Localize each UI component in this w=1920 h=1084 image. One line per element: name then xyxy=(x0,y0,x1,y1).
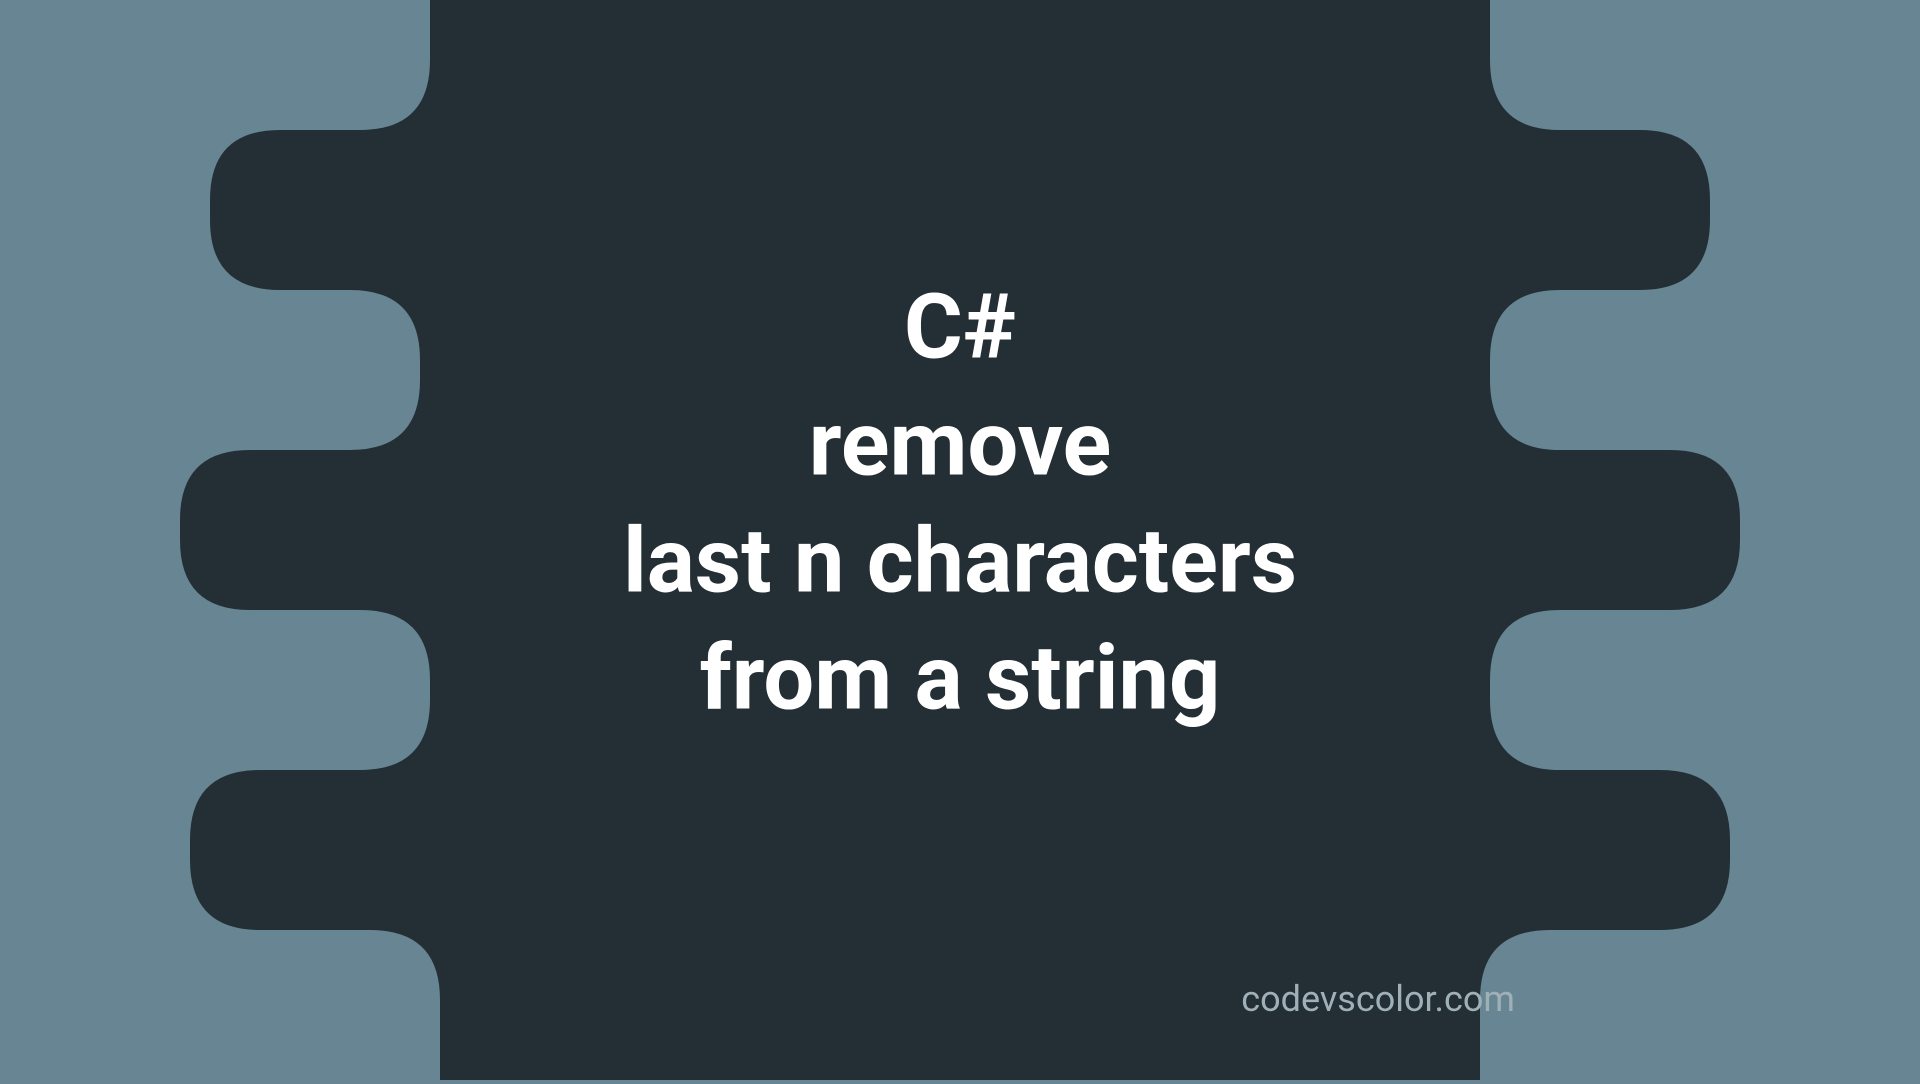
title-line-1: C# xyxy=(0,269,1920,386)
title-line-2: remove xyxy=(0,386,1920,503)
watermark: codevscolor.com xyxy=(1241,978,1515,1020)
main-title: C# remove last n characters from a strin… xyxy=(0,269,1920,737)
title-line-4: from a string xyxy=(0,620,1920,737)
title-line-3: last n characters xyxy=(0,503,1920,620)
